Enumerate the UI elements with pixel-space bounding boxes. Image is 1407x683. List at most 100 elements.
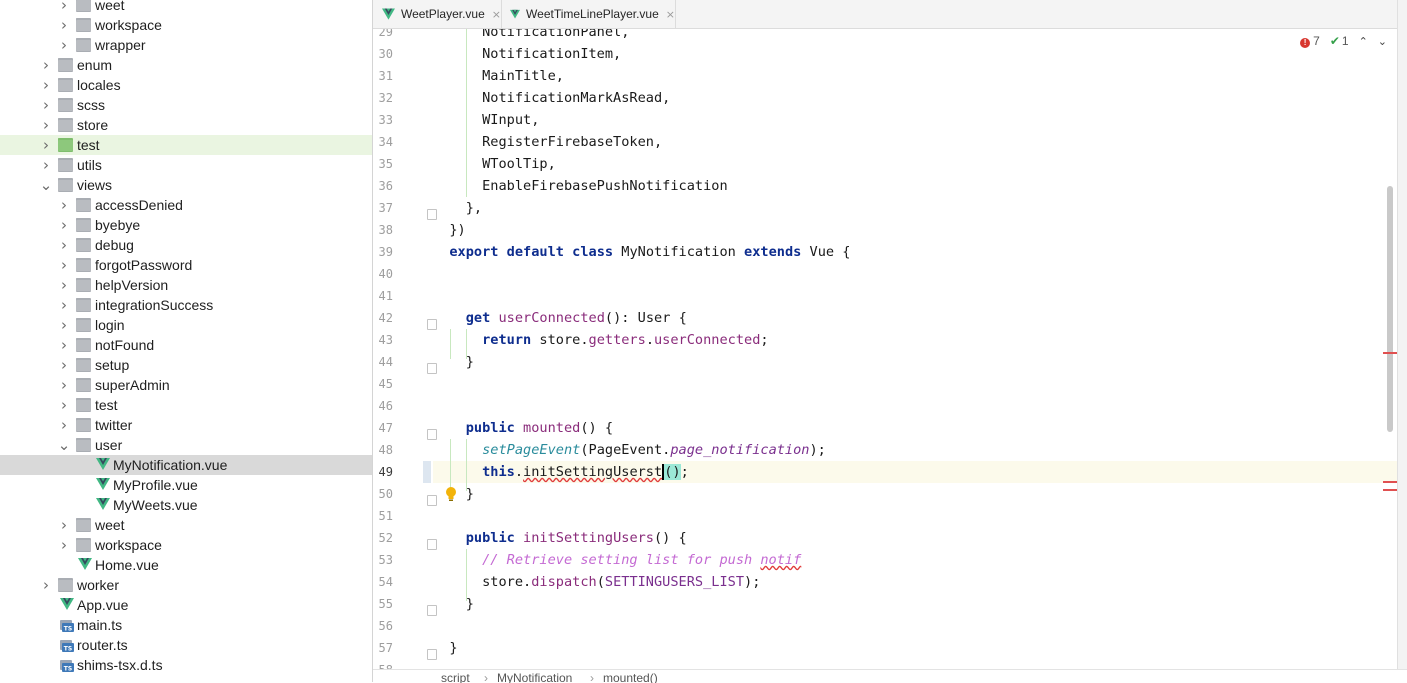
tree-item[interactable]: › utils: [0, 155, 372, 175]
chevron-right-icon[interactable]: ›: [58, 335, 70, 355]
error-count[interactable]: ! 7: [1300, 34, 1320, 48]
tree-item[interactable]: › wrapper: [0, 35, 372, 55]
tree-item[interactable]: › debug: [0, 235, 372, 255]
chevron-right-icon[interactable]: ›: [58, 15, 70, 35]
chevron-right-icon[interactable]: ›: [58, 275, 70, 295]
code-line[interactable]: EnableFirebasePushNotification: [433, 175, 728, 197]
code-line[interactable]: }: [433, 351, 474, 373]
chevron-right-icon[interactable]: ›: [58, 0, 70, 15]
tree-item[interactable]: ⌄ views: [0, 175, 372, 195]
chevron-right-icon[interactable]: ›: [58, 395, 70, 415]
tab-weettimelineplayer[interactable]: WeetTimeLinePlayer.vue ×: [501, 0, 676, 28]
tree-item[interactable]: Home.vue: [0, 555, 372, 575]
code-line[interactable]: setPageEvent(PageEvent.page_notification…: [433, 439, 826, 461]
tree-item[interactable]: ⌄ user: [0, 435, 372, 455]
chevron-right-icon[interactable]: ›: [58, 195, 70, 215]
tree-item[interactable]: › helpVersion: [0, 275, 372, 295]
error-stripe-marker[interactable]: [1383, 489, 1397, 491]
chevron-right-icon[interactable]: ›: [40, 75, 52, 95]
code-line[interactable]: public mounted() {: [433, 417, 613, 439]
tree-item[interactable]: › locales: [0, 75, 372, 95]
tree-item[interactable]: › integrationSuccess: [0, 295, 372, 315]
tab-weetplayer[interactable]: WeetPlayer.vue ×: [373, 0, 502, 28]
code-line[interactable]: public initSettingUsers() {: [433, 527, 687, 549]
chevron-right-icon[interactable]: ›: [40, 155, 52, 175]
vertical-scrollbar[interactable]: [1387, 186, 1393, 432]
code-line[interactable]: store.dispatch(SETTINGUSERS_LIST);: [433, 571, 760, 593]
tree-item[interactable]: › worker: [0, 575, 372, 595]
fold-toggle-icon[interactable]: [427, 495, 437, 506]
chevron-right-icon[interactable]: ›: [58, 315, 70, 335]
chevron-right-icon[interactable]: ›: [58, 535, 70, 555]
previous-highlight-icon[interactable]: ⌃: [1359, 35, 1368, 48]
tree-item[interactable]: MyNotification.vue: [0, 455, 372, 475]
tree-item[interactable]: › twitter: [0, 415, 372, 435]
tree-item[interactable]: › accessDenied: [0, 195, 372, 215]
fold-toggle-icon[interactable]: [427, 429, 437, 440]
fold-toggle-icon[interactable]: [427, 209, 437, 220]
code-line[interactable]: }): [433, 219, 465, 241]
tree-item[interactable]: › weet: [0, 515, 372, 535]
chevron-right-icon[interactable]: ›: [40, 135, 52, 155]
code-line[interactable]: get userConnected(): User {: [433, 307, 687, 329]
code-line[interactable]: export default class MyNotification exte…: [433, 241, 850, 263]
tree-item[interactable]: › workspace: [0, 15, 372, 35]
tree-item[interactable]: › test: [0, 395, 372, 415]
tree-item[interactable]: › scss: [0, 95, 372, 115]
fold-toggle-icon[interactable]: [427, 605, 437, 616]
tree-item[interactable]: › enum: [0, 55, 372, 75]
error-stripe-marker[interactable]: [1383, 481, 1397, 483]
tree-item[interactable]: MyWeets.vue: [0, 495, 372, 515]
fold-toggle-icon[interactable]: [427, 319, 437, 330]
tree-item[interactable]: › weet: [0, 0, 372, 15]
code-editor[interactable]: 29 30 31 32 33 34 35 36 37 38 39 40 41 42 43 44 45 46 47 48…: [373, 29, 1397, 669]
code-line[interactable]: }: [433, 593, 474, 615]
tree-item[interactable]: › superAdmin: [0, 375, 372, 395]
fold-toggle-icon[interactable]: [427, 363, 437, 374]
tree-item[interactable]: TS router.ts: [0, 635, 372, 655]
tree-item[interactable]: › notFound: [0, 335, 372, 355]
chevron-right-icon[interactable]: ›: [58, 295, 70, 315]
code-line[interactable]: MainTitle,: [433, 65, 564, 87]
tree-item[interactable]: MyProfile.vue: [0, 475, 372, 495]
code-line[interactable]: },: [433, 197, 482, 219]
chevron-down-icon[interactable]: ⌄: [40, 175, 53, 195]
chevron-right-icon[interactable]: ›: [58, 355, 70, 375]
chevron-right-icon[interactable]: ›: [58, 35, 70, 55]
code-line[interactable]: // Retrieve setting list for push notif: [433, 549, 801, 571]
code-line[interactable]: this.initSettingUserst ();: [433, 461, 689, 483]
breadcrumb-item-class[interactable]: MyNotification: [497, 671, 572, 683]
code-area[interactable]: NotificationPanel, NotificationItem, Mai…: [433, 29, 1397, 669]
tree-item[interactable]: › byebye: [0, 215, 372, 235]
next-highlight-icon[interactable]: ⌄: [1378, 35, 1387, 48]
lightbulb-icon[interactable]: [445, 486, 457, 502]
close-tab-icon[interactable]: ×: [492, 8, 501, 21]
tree-item[interactable]: › setup: [0, 355, 372, 375]
chevron-right-icon[interactable]: ›: [58, 375, 70, 395]
breadcrumb-item-script[interactable]: script: [441, 671, 470, 683]
tree-item[interactable]: › workspace: [0, 535, 372, 555]
tree-item[interactable]: › store: [0, 115, 372, 135]
chevron-right-icon[interactable]: ›: [58, 215, 70, 235]
code-line[interactable]: NotificationMarkAsRead,: [433, 87, 670, 109]
warning-count[interactable]: ✔ 1: [1330, 34, 1349, 48]
code-line[interactable]: NotificationItem,: [433, 43, 621, 65]
tree-item[interactable]: TS shims-tsx.d.ts: [0, 655, 372, 675]
chevron-right-icon[interactable]: ›: [58, 255, 70, 275]
inspection-widget[interactable]: ! 7 ✔ 1 ⌃ ⌄: [1300, 32, 1387, 50]
chevron-right-icon[interactable]: ›: [40, 575, 52, 595]
code-line[interactable]: RegisterFirebaseToken,: [433, 131, 662, 153]
fold-toggle-icon[interactable]: [427, 649, 437, 660]
code-line[interactable]: return store.getters.userConnected;: [433, 329, 768, 351]
chevron-right-icon[interactable]: ›: [40, 115, 52, 135]
code-line[interactable]: NotificationPanel,: [433, 29, 629, 43]
chevron-right-icon[interactable]: ›: [58, 515, 70, 535]
tree-item[interactable]: › login: [0, 315, 372, 335]
tree-item[interactable]: › forgotPassword: [0, 255, 372, 275]
tree-item[interactable]: TS main.ts: [0, 615, 372, 635]
error-stripe-marker[interactable]: [1383, 352, 1397, 354]
chevron-right-icon[interactable]: ›: [58, 415, 70, 435]
code-line[interactable]: WInput,: [433, 109, 539, 131]
tree-item[interactable]: App.vue: [0, 595, 372, 615]
tree-item[interactable]: › test: [0, 135, 372, 155]
